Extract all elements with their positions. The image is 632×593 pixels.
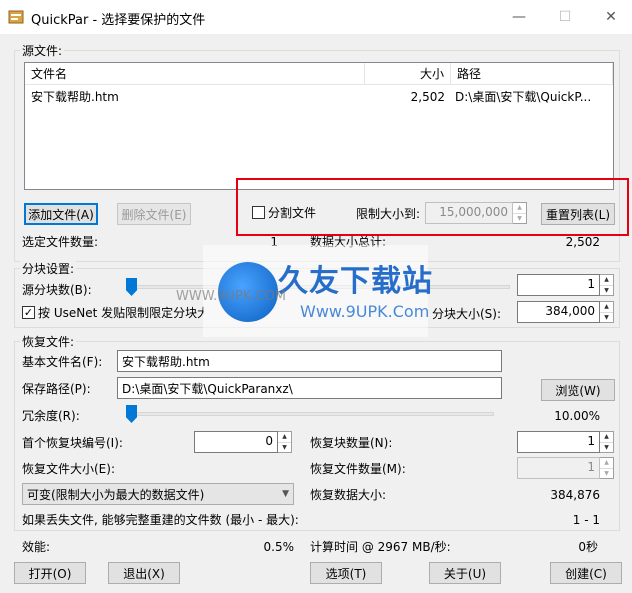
table-row[interactable]: 安下载帮助.htm 2,502 D:\桌面\安下载\QuickP... — [25, 87, 613, 107]
base-name-label: 基本文件名(F): — [22, 355, 103, 369]
remove-file-button[interactable]: 删除文件(E) — [117, 203, 191, 225]
efficiency-value: 0.5% — [263, 540, 295, 554]
block-size-spinner[interactable]: ▲ ▼ — [600, 301, 614, 323]
file-count-input[interactable]: 1 — [517, 457, 600, 479]
base-name-input[interactable]: 安下载帮助.htm — [117, 350, 502, 372]
file-count-spinner[interactable]: ▲ ▼ — [600, 457, 614, 479]
rebuild-label: 如果丢失文件, 能够完整重建的文件数 (最小 - 最大): — [22, 513, 299, 527]
file-size-label: 恢复文件大小(E): — [22, 462, 115, 476]
watermark-url: Www.9UPK.Com — [300, 302, 430, 321]
column-header-name[interactable]: 文件名 — [25, 63, 365, 85]
watermark-gray-url: WWW.9UPK.COM — [176, 289, 287, 304]
source-blocks-label: 源分块数(B): — [22, 283, 92, 297]
data-size-value: 384,876 — [550, 488, 600, 502]
minimize-button[interactable]: — — [496, 0, 542, 34]
data-size-label: 恢复数据大小: — [310, 488, 387, 502]
redundancy-value: 10.00% — [554, 409, 600, 423]
save-path-input[interactable]: D:\桌面\安下载\QuickParanxz\ — [117, 377, 502, 399]
first-block-input[interactable]: 0 — [194, 431, 278, 453]
add-file-button[interactable]: 添加文件(A) — [24, 203, 98, 225]
file-count-label: 恢复文件数量(M): — [310, 462, 406, 476]
block-count-input[interactable]: 1 — [517, 431, 600, 453]
window-title: QuickPar - 选择要保护的文件 — [31, 13, 206, 28]
close-button[interactable]: ✕ — [588, 0, 632, 34]
redundancy-label: 冗余度(R): — [22, 409, 80, 423]
block-size-input[interactable]: 384,000 — [517, 301, 600, 323]
browse-button[interactable]: 浏览(W) — [541, 379, 615, 401]
calc-time-value: 0秒 — [578, 540, 598, 554]
selected-count-label: 选定文件数量: — [22, 235, 99, 249]
exit-button[interactable]: 退出(X) — [108, 562, 180, 584]
size-mode-select[interactable]: 可变(限制大小为最大的数据文件) ▼ — [22, 483, 294, 505]
file-list-header: 文件名 大小 路径 — [25, 63, 613, 85]
column-header-size[interactable]: 大小 — [365, 63, 451, 85]
efficiency-label: 效能: — [22, 540, 51, 554]
about-button[interactable]: 关于(U) — [429, 562, 501, 584]
file-size: 2,502 — [410, 90, 445, 104]
source-blocks-input[interactable]: 1 — [517, 274, 600, 296]
size-mode-value: 可变(限制大小为最大的数据文件) — [27, 487, 205, 502]
block-count-label: 恢复块数量(N): — [310, 436, 393, 450]
first-block-spinner[interactable]: ▲ ▼ — [278, 431, 292, 453]
maximize-button[interactable]: ☐ — [542, 0, 588, 34]
highlight-box — [236, 178, 629, 236]
quickpar-app-icon — [8, 10, 24, 24]
usenet-limit-label: 按 UseNet 发贴限制限定分块大小 — [38, 306, 204, 320]
options-button[interactable]: 选项(T) — [310, 562, 382, 584]
calc-time-label: 计算时间 @ 2967 MB/秒: — [310, 540, 451, 554]
block-size-label: 分块大小(S): — [432, 307, 502, 321]
block-group-label: 分块设置: — [20, 261, 77, 277]
file-path: D:\桌面\安下载\QuickP... — [455, 90, 592, 104]
recovery-group-label: 恢复文件: — [20, 334, 77, 350]
source-group-label: 源文件: — [20, 43, 65, 59]
block-count-spinner[interactable]: ▲ ▼ — [600, 431, 614, 453]
first-block-label: 首个恢复块编号(I): — [22, 436, 123, 450]
chevron-down-icon: ▼ — [282, 489, 289, 499]
redundancy-track — [128, 412, 494, 416]
total-size-value: 2,502 — [565, 235, 600, 249]
usenet-limit-checkbox[interactable]: ✓ — [22, 306, 35, 319]
source-blocks-spinner[interactable]: ▲ ▼ — [600, 274, 614, 296]
open-button[interactable]: 打开(O) — [14, 562, 86, 584]
column-header-path[interactable]: 路径 — [451, 63, 613, 85]
watermark-brand: 久友下载站 — [278, 264, 433, 299]
source-file-list[interactable]: 文件名 大小 路径 安下载帮助.htm 2,502 D:\桌面\安下载\Quic… — [24, 62, 614, 190]
rebuild-value: 1 - 1 — [572, 513, 600, 527]
file-name: 安下载帮助.htm — [31, 90, 119, 104]
create-button[interactable]: 创建(C) — [550, 562, 622, 584]
save-path-label: 保存路径(P): — [22, 382, 91, 396]
